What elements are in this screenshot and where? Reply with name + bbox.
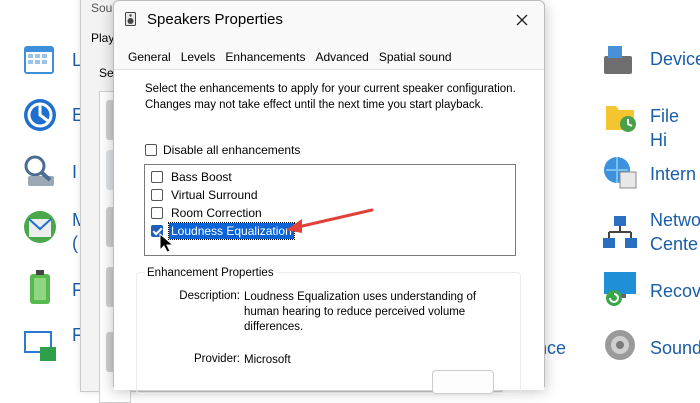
virtual-surround-checkbox[interactable] — [151, 189, 163, 201]
sound-icon[interactable] — [600, 325, 640, 365]
tab-enhancements[interactable]: Enhancements — [225, 50, 305, 68]
calendar-icon[interactable] — [20, 40, 60, 80]
recovery-icon[interactable] — [600, 268, 640, 308]
bass-boost-checkbox[interactable] — [151, 171, 163, 183]
internet-options-icon[interactable] — [600, 152, 640, 192]
tab-levels[interactable]: Levels — [181, 50, 216, 68]
enhancements-description: Select the enhancements to apply for you… — [145, 83, 516, 111]
cp-right-label-4[interactable]: Netwo — [650, 208, 700, 232]
tab-advanced[interactable]: Advanced — [315, 50, 368, 68]
disable-all-checkbox[interactable] — [145, 144, 157, 156]
cp-left-label-5[interactable]: ( — [72, 233, 78, 254]
loudness-equalization-label: Loudness Equalization — [168, 222, 295, 240]
provider-value: Microsoft — [244, 354, 291, 366]
title-bar[interactable]: Speakers Properties — [114, 1, 544, 39]
annotation-arrow-icon — [286, 208, 374, 233]
devices-icon[interactable] — [600, 40, 640, 80]
tab-bar: General Levels Enhancements Advanced Spa… — [128, 50, 462, 68]
list-item-bass-boost[interactable]: Bass Boost — [151, 169, 234, 185]
close-icon — [516, 14, 528, 26]
disable-all-row[interactable]: Disable all enhancements — [145, 143, 300, 157]
list-item-room-correction[interactable]: Room Correction — [151, 205, 264, 221]
network-icon[interactable] — [600, 212, 640, 252]
tab-general[interactable]: General — [128, 50, 171, 68]
dialog-button-partial[interactable] — [432, 370, 494, 394]
cp-right-label-1[interactable]: Device — [650, 47, 700, 71]
room-correction-checkbox[interactable] — [151, 207, 163, 219]
list-item-virtual-surround[interactable]: Virtual Surround — [151, 187, 260, 203]
cp-right-label-7[interactable]: Sound — [650, 336, 700, 360]
ease-of-access-icon[interactable] — [20, 95, 60, 135]
file-history-icon[interactable] — [600, 96, 640, 136]
indexing-icon[interactable] — [20, 152, 60, 192]
provider-label: Provider: — [193, 353, 240, 365]
power-icon[interactable] — [20, 268, 60, 308]
cp-right-label-2[interactable]: File Hi — [650, 104, 700, 152]
virtual-surround-label: Virtual Surround — [171, 188, 258, 202]
description-value: Loudness Equalization uses understanding… — [244, 291, 477, 333]
speakers-properties-dialog: Speakers Properties General Levels Enhan… — [113, 0, 545, 394]
dialog-title: Speakers Properties — [147, 11, 283, 28]
description-label: Description: — [179, 290, 240, 302]
room-correction-label: Room Correction — [171, 206, 262, 220]
programs-icon[interactable] — [20, 325, 60, 365]
disable-all-label: Disable all enhancements — [163, 143, 301, 157]
cp-right-label-6[interactable]: Recove — [650, 279, 700, 303]
cp-right-label-5[interactable]: Cente — [650, 232, 698, 256]
mail-icon[interactable] — [20, 207, 60, 247]
enhancement-properties-title: Enhancement Properties — [145, 267, 276, 279]
cp-right-label-3[interactable]: Intern — [650, 162, 696, 186]
bass-boost-label: Bass Boost — [171, 170, 232, 184]
tab-spatial-sound[interactable]: Spatial sound — [379, 50, 452, 68]
cp-left-label-3[interactable]: I — [72, 162, 77, 183]
mouse-cursor-icon — [159, 233, 175, 253]
close-button[interactable] — [510, 9, 534, 31]
speaker-icon — [125, 12, 136, 26]
